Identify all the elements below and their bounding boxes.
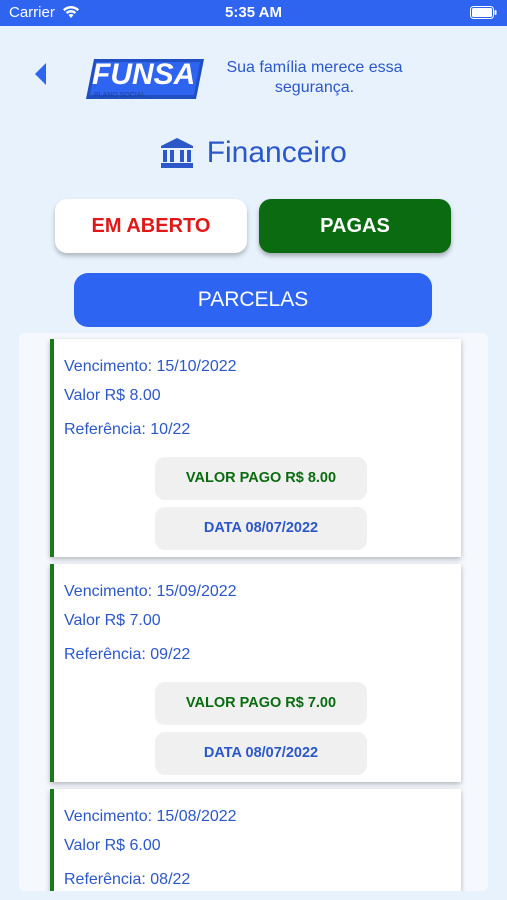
installment-card: Vencimento: 15/09/2022 Valor R$ 7.00 Ref… bbox=[50, 564, 461, 782]
tab-em-aberto[interactable]: EM ABERTO bbox=[55, 199, 247, 253]
status-bar: Carrier 5:35 AM bbox=[0, 0, 507, 26]
reference: Referência: 09/22 bbox=[64, 646, 191, 663]
due-date: Vencimento: 15/09/2022 bbox=[64, 583, 237, 600]
installments-list[interactable]: Vencimento: 15/10/2022 Valor R$ 8.00 Ref… bbox=[19, 333, 488, 891]
installment-card: Vencimento: 15/08/2022 Valor R$ 6.00 Ref… bbox=[50, 789, 461, 891]
page-title: Financeiro bbox=[206, 136, 347, 169]
bank-icon bbox=[161, 138, 194, 168]
battery-icon bbox=[470, 6, 497, 19]
clock-time: 5:35 AM bbox=[225, 4, 282, 21]
page-header: Financeiro bbox=[0, 136, 507, 170]
reference: Referência: 08/22 bbox=[64, 871, 191, 888]
funsa-logo: FUNSA PLANO SOCIAL bbox=[86, 55, 206, 103]
back-button[interactable] bbox=[30, 60, 52, 88]
logo-subtext: PLANO SOCIAL bbox=[94, 92, 146, 99]
payment-date-badge: DATA 08/07/2022 bbox=[155, 507, 367, 550]
reference: Referência: 10/22 bbox=[64, 421, 191, 438]
due-date: Vencimento: 15/08/2022 bbox=[64, 808, 237, 825]
tagline: Sua família merece essa segurança. bbox=[226, 59, 403, 96]
payment-date-badge: DATA 08/07/2022 bbox=[155, 732, 367, 775]
paid-amount-badge: VALOR PAGO R$ 8.00 bbox=[155, 457, 367, 500]
parcelas-button[interactable]: PARCELAS bbox=[74, 273, 432, 327]
paid-amount-badge: VALOR PAGO R$ 7.00 bbox=[155, 682, 367, 725]
tab-pagas[interactable]: PAGAS bbox=[259, 199, 451, 253]
logo-text: FUNSA bbox=[92, 58, 196, 91]
installment-card: Vencimento: 15/10/2022 Valor R$ 8.00 Ref… bbox=[50, 339, 461, 557]
installment-value: Valor R$ 6.00 bbox=[64, 837, 161, 854]
installment-value: Valor R$ 8.00 bbox=[64, 387, 161, 404]
due-date: Vencimento: 15/10/2022 bbox=[64, 358, 237, 375]
installment-value: Valor R$ 7.00 bbox=[64, 612, 161, 629]
